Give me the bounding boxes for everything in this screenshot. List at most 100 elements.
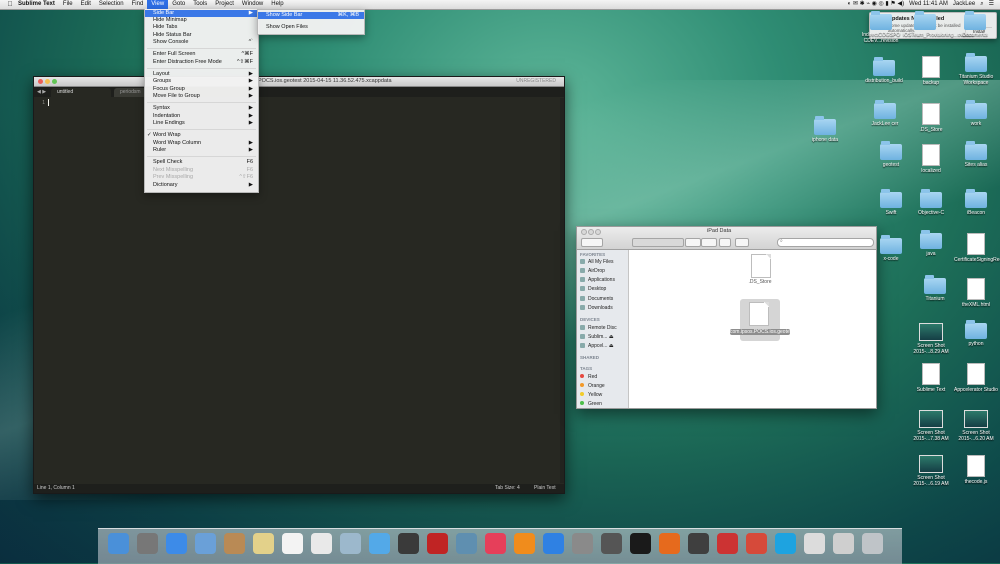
sidebar-item-documents[interactable]: Documents bbox=[580, 296, 613, 302]
status-icons[interactable]: ◐ ✉ ✱ ⌁ ◉ ◎ ▮ ⚑ ◀) bbox=[848, 0, 904, 9]
view-mode-buttons[interactable] bbox=[632, 238, 684, 247]
menu-item-prev-misspelling[interactable]: Prev Misspelling ^⇧F6 bbox=[145, 174, 258, 181]
menu-project[interactable]: Project bbox=[211, 0, 238, 9]
menu-edit[interactable]: Edit bbox=[77, 0, 95, 9]
back-forward-buttons[interactable] bbox=[581, 238, 603, 247]
mail-icon[interactable] bbox=[195, 533, 216, 554]
sidebar-item-remote-disc[interactable]: Remote Disc bbox=[580, 325, 617, 331]
desktop-item[interactable]: python bbox=[954, 320, 998, 347]
file-name[interactable]: .DS_Store bbox=[730, 279, 790, 285]
tab-arrows-icon[interactable]: ◀ ▶ bbox=[37, 88, 46, 97]
desktop-item[interactable]: Titanium bbox=[913, 275, 957, 302]
desktop-item[interactable]: iphone data bbox=[803, 116, 847, 143]
desktop-item[interactable]: distribution_build bbox=[862, 57, 906, 84]
desktop-item[interactable]: JackLee cer bbox=[863, 100, 907, 127]
desktop-item[interactable]: Screen Shot 2015-...8.29 AM bbox=[909, 323, 953, 355]
menu-item-word-wrap-column[interactable]: Word Wrap Column ▶ bbox=[145, 140, 258, 147]
desktop-item[interactable]: CertificateSigningRequ...Request bbox=[954, 233, 1000, 263]
firefox-icon[interactable] bbox=[659, 533, 680, 554]
menu-item-side-bar[interactable]: Side Bar ▶ bbox=[145, 10, 258, 17]
tab-size[interactable]: Tab Size: 4 bbox=[495, 484, 520, 493]
finder-icon[interactable] bbox=[108, 533, 129, 554]
spotlight-icon[interactable]: ⌕ bbox=[980, 0, 983, 9]
menu-item-hide-tabs[interactable]: Hide Tabs bbox=[145, 24, 258, 31]
sidebar-item-airdrop[interactable]: AirDrop bbox=[580, 268, 605, 274]
tags-button[interactable] bbox=[735, 238, 749, 247]
file-name-selected[interactable]: com.ipsos.POCS.ios.geotest...xcappdata bbox=[730, 329, 821, 335]
menu-view[interactable]: View bbox=[147, 0, 169, 9]
calendar-icon[interactable] bbox=[282, 533, 303, 554]
app-store-icon[interactable] bbox=[543, 533, 564, 554]
menu-tools[interactable]: Tools bbox=[189, 0, 211, 9]
finder-search-input[interactable]: ⌕ bbox=[777, 238, 874, 247]
chrome-icon[interactable] bbox=[746, 533, 767, 554]
itunes-icon[interactable] bbox=[485, 533, 506, 554]
desktop-item[interactable]: Screen Shot 2015-...6.20 AM bbox=[954, 410, 998, 442]
notes-icon[interactable] bbox=[253, 533, 274, 554]
desktop-item[interactable]: Documents bbox=[953, 11, 997, 38]
sidebar-tag-orange[interactable]: Orange bbox=[580, 383, 605, 389]
menu-item-ruler[interactable]: Ruler ▶ bbox=[145, 147, 258, 154]
desktop-item[interactable]: .DS_Store bbox=[909, 103, 953, 133]
menu-item-full-screen[interactable]: Enter Full Screen ^⌘F bbox=[145, 51, 258, 58]
menu-item-line-endings[interactable]: Line Endings ▶ bbox=[145, 120, 258, 127]
tab-untitled[interactable]: untitled bbox=[51, 88, 111, 97]
terminal-icon[interactable] bbox=[630, 533, 651, 554]
desktop-item[interactable]: IndirectCOGSPO CDEV...revision bbox=[859, 11, 903, 44]
menu-file[interactable]: File bbox=[59, 0, 77, 9]
desktop-item[interactable]: thecode.js bbox=[954, 455, 998, 485]
desktop-item[interactable]: java bbox=[909, 230, 953, 257]
notification-center-icon[interactable]: ☰ bbox=[989, 0, 994, 9]
messages-icon[interactable] bbox=[369, 533, 390, 554]
desktop-item[interactable]: geotest bbox=[869, 141, 913, 168]
sidebar-tag-yellow[interactable]: Yellow bbox=[580, 392, 602, 398]
menu-item-focus-group[interactable]: Focus Group ▶ bbox=[145, 86, 258, 93]
close-button[interactable] bbox=[38, 79, 43, 84]
menu-item-syntax[interactable]: Syntax ▶ bbox=[145, 105, 258, 112]
iphoto-icon[interactable] bbox=[456, 533, 477, 554]
finder-minimize-button[interactable] bbox=[588, 229, 594, 235]
menu-item-move-file-to-group[interactable]: Move File to Group ▶ bbox=[145, 93, 258, 100]
menu-item-show-side-bar[interactable]: Show Side Bar ⌘K, ⌘B bbox=[258, 12, 364, 19]
downloads-stack-icon[interactable] bbox=[833, 533, 854, 554]
skype-icon[interactable] bbox=[775, 533, 796, 554]
menu-item-hide-status-bar[interactable]: Hide Status Bar bbox=[145, 32, 258, 39]
launchpad-icon[interactable] bbox=[137, 533, 158, 554]
sidebar-item-all-my-files[interactable]: All My Files bbox=[580, 259, 614, 265]
desktop-item[interactable]: Objective-C bbox=[909, 189, 953, 216]
editor-scrollbar[interactable] bbox=[560, 98, 564, 483]
menu-item-indentation[interactable]: Indentation ▶ bbox=[145, 113, 258, 120]
desktop-item[interactable]: Screen Shot 2015-...7.38 AM bbox=[909, 410, 953, 442]
desktop-item[interactable]: Screen Shot 2015-...6.19 AM bbox=[909, 455, 953, 487]
syntax-label[interactable]: Plain Text bbox=[534, 484, 556, 493]
sidebar-item-applications[interactable]: Applications bbox=[580, 277, 615, 283]
menu-help[interactable]: Help bbox=[267, 0, 287, 9]
photo-booth-icon[interactable] bbox=[427, 533, 448, 554]
reminders-icon[interactable] bbox=[311, 533, 332, 554]
menu-item-dictionary[interactable]: Dictionary ▶ bbox=[145, 182, 258, 189]
contacts-icon[interactable] bbox=[224, 533, 245, 554]
menu-item-next-misspelling[interactable]: Next Misspelling F6 bbox=[145, 167, 258, 174]
menu-item-show-open-files[interactable]: Show Open Files bbox=[258, 24, 364, 31]
menu-window[interactable]: Window bbox=[238, 0, 267, 9]
desktop-item[interactable]: localized bbox=[909, 144, 953, 174]
trash-icon[interactable] bbox=[862, 533, 883, 554]
safari-icon[interactable] bbox=[166, 533, 187, 554]
user-name[interactable]: JackLee bbox=[953, 0, 975, 9]
sublime-text-icon[interactable] bbox=[688, 533, 709, 554]
ibooks-icon[interactable] bbox=[514, 533, 535, 554]
menu-item-layout[interactable]: Layout ▶ bbox=[145, 71, 258, 78]
desktop-item[interactable]: Sublime Text bbox=[909, 363, 953, 393]
apple-icon[interactable]:  bbox=[6, 1, 14, 8]
desktop-item[interactable]: Sites alias bbox=[954, 141, 998, 168]
file-icon[interactable] bbox=[751, 254, 771, 278]
desktop-item[interactable]: Appcelerator Studio bbox=[954, 363, 998, 393]
menu-app-name[interactable]: Sublime Text bbox=[14, 0, 59, 9]
menu-item-distraction-free[interactable]: Enter Distraction Free Mode ^⇧⌘F bbox=[145, 59, 258, 66]
minimize-button[interactable] bbox=[45, 79, 50, 84]
finder-close-button[interactable] bbox=[581, 229, 587, 235]
zoom-button[interactable] bbox=[52, 79, 57, 84]
parallels-icon[interactable] bbox=[717, 533, 738, 554]
preview-icon[interactable] bbox=[340, 533, 361, 554]
desktop-item[interactable]: x-code bbox=[869, 235, 913, 262]
